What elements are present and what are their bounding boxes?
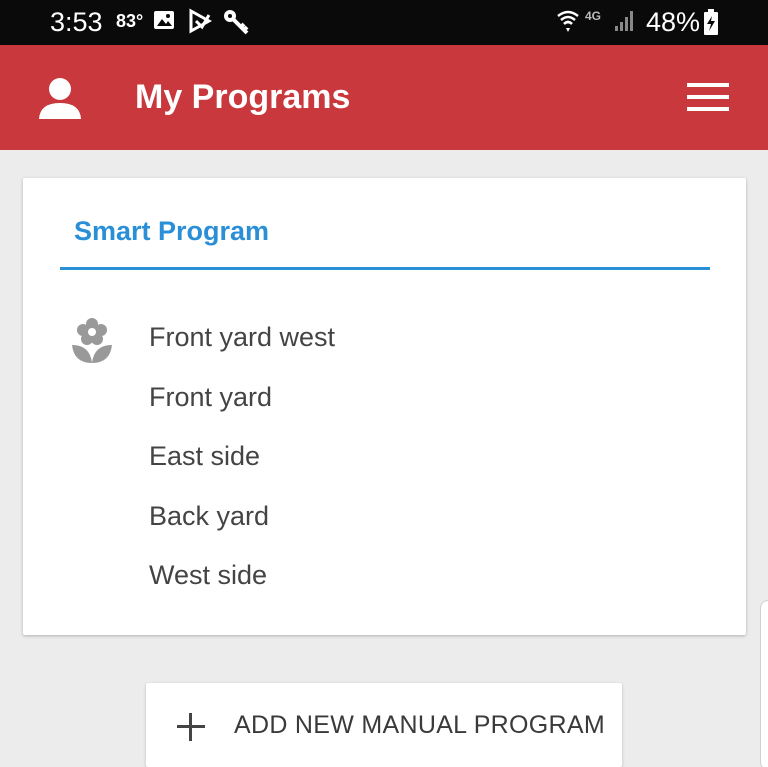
flower-icon	[70, 317, 114, 370]
list-item: West side	[149, 560, 268, 590]
status-bar: 3:53 83° 4G 48%	[0, 0, 768, 45]
smart-program-card[interactable]: Smart Program Front yard west Front yard…	[23, 178, 746, 635]
status-time: 3:53	[50, 7, 103, 37]
plus-icon	[176, 712, 206, 747]
zone-list: Front yard west Front yard East side Bac…	[149, 318, 335, 616]
play-store-icon	[188, 8, 213, 39]
hamburger-menu-icon[interactable]	[687, 82, 729, 117]
list-item: Front yard	[149, 381, 273, 412]
add-manual-program-label: ADD NEW MANUAL PROGRAM	[234, 711, 605, 739]
list-item: East side	[149, 441, 261, 471]
user-icon[interactable]	[38, 77, 82, 124]
battery-percentage: 48%	[646, 7, 701, 37]
list-item: Front yard west	[149, 322, 336, 352]
program-title: Smart Program	[74, 216, 270, 246]
status-temperature: 83°	[116, 11, 144, 31]
list-item: Back yard	[149, 500, 270, 531]
battery-icon	[703, 8, 719, 41]
title-divider	[60, 267, 710, 270]
key-icon	[222, 8, 250, 41]
network-type: 4G	[585, 9, 602, 23]
gallery-icon	[152, 8, 176, 37]
signal-icon	[614, 8, 636, 37]
edge-panel-handle[interactable]	[760, 600, 768, 767]
app-bar: My Programs	[0, 45, 768, 150]
add-manual-program-button[interactable]: ADD NEW MANUAL PROGRAM	[146, 683, 622, 767]
wifi-icon	[556, 8, 580, 39]
page-title: My Programs	[135, 78, 351, 116]
